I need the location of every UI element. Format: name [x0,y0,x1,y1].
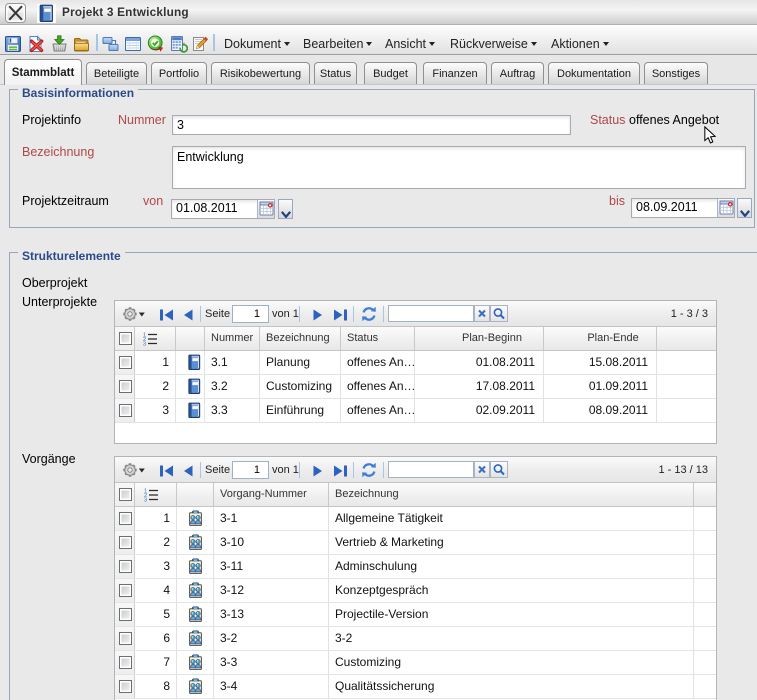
svg-text:3: 3 [143,342,146,347]
svg-text:3: 3 [144,498,147,503]
